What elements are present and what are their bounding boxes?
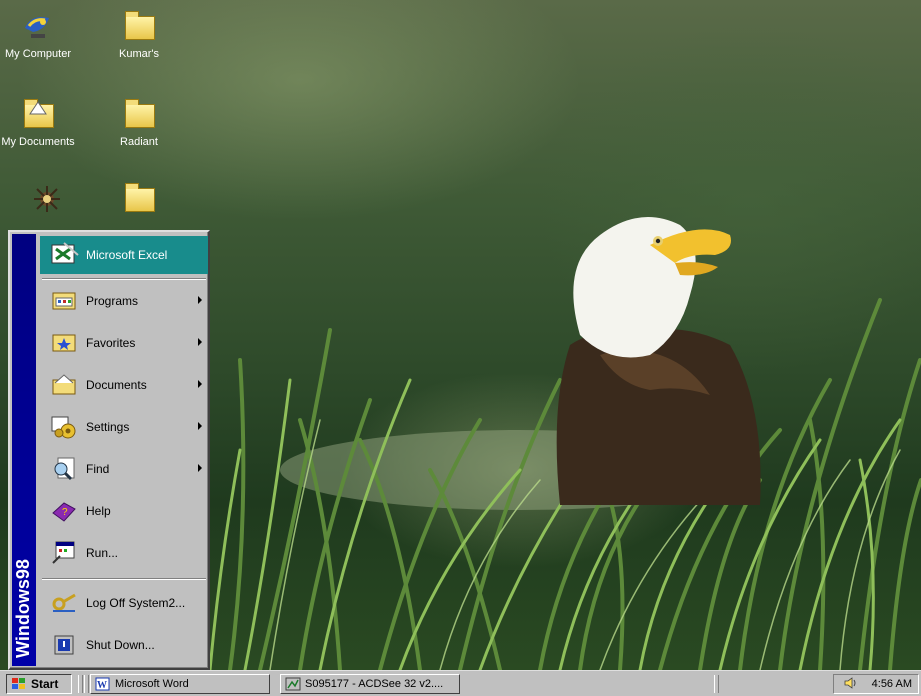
menu-item-settings[interactable]: Settings bbox=[40, 408, 208, 446]
menu-separator bbox=[42, 278, 206, 280]
word-icon: W bbox=[95, 676, 111, 692]
start-menu-sidebar: Windows98 bbox=[12, 234, 36, 666]
menu-item-documents[interactable]: Documents bbox=[40, 366, 208, 404]
menu-item-label: Log Off System2... bbox=[86, 596, 186, 610]
menu-item-help[interactable]: ? Help bbox=[40, 492, 208, 530]
my-computer-icon bbox=[21, 10, 55, 44]
desktop-icon-kumars[interactable]: Kumar's bbox=[96, 10, 182, 61]
system-tray: 4:56 AM bbox=[833, 674, 919, 694]
menu-item-label: Run... bbox=[86, 546, 119, 560]
windows-logo-icon bbox=[11, 676, 27, 692]
excel-icon bbox=[50, 241, 79, 269]
submenu-arrow-icon bbox=[198, 422, 202, 430]
desktop-icon-label: My Computer bbox=[4, 48, 72, 60]
submenu-arrow-icon bbox=[198, 296, 202, 304]
start-label: Start bbox=[31, 677, 59, 691]
submenu-arrow-icon bbox=[198, 464, 202, 472]
task-button-acdsee[interactable]: S095177 - ACDSee 32 v2.... bbox=[280, 674, 460, 694]
task-label: S095177 - ACDSee 32 v2.... bbox=[305, 678, 444, 690]
menu-item-label: Help bbox=[86, 504, 111, 518]
task-label: Microsoft Word bbox=[115, 678, 189, 690]
desktop-icon-my-computer[interactable]: My Computer bbox=[0, 10, 81, 61]
folder-icon bbox=[122, 98, 156, 132]
menu-item-microsoft-excel[interactable]: Microsoft Excel bbox=[40, 236, 208, 274]
submenu-arrow-icon bbox=[198, 338, 202, 346]
menu-item-log-off[interactable]: Log Off System2... bbox=[40, 584, 208, 622]
menu-item-label: Favorites bbox=[86, 336, 136, 350]
menu-item-label: Settings bbox=[86, 420, 130, 434]
windows98-banner: Windows98 bbox=[13, 559, 33, 658]
favorites-icon bbox=[50, 329, 78, 357]
menu-item-label: Documents bbox=[86, 378, 147, 392]
desktop-icon-label: My Documents bbox=[1, 136, 75, 148]
documents-icon bbox=[50, 371, 78, 399]
my-documents-icon bbox=[21, 98, 55, 132]
menu-item-label: Programs bbox=[86, 294, 139, 308]
run-icon bbox=[50, 539, 78, 567]
menu-separator bbox=[42, 578, 206, 580]
settings-icon bbox=[50, 413, 78, 441]
programs-icon bbox=[50, 287, 78, 315]
svg-text:W: W bbox=[97, 680, 107, 691]
folder-icon bbox=[122, 10, 156, 44]
desktop-icon-label: Radiant bbox=[120, 136, 158, 148]
start-button[interactable]: Start bbox=[6, 674, 72, 694]
menu-item-shut-down[interactable]: Shut Down... bbox=[40, 626, 208, 664]
menu-item-label: Find bbox=[86, 462, 110, 476]
svg-text:?: ? bbox=[62, 507, 68, 518]
desktop-icon-folder[interactable] bbox=[96, 182, 182, 219]
desktop-icon-my-documents[interactable]: My Documents bbox=[0, 98, 81, 149]
shut-down-icon bbox=[50, 631, 78, 659]
folder-icon bbox=[122, 182, 156, 216]
menu-item-label: Microsoft Excel bbox=[86, 248, 168, 262]
speaker-icon[interactable] bbox=[844, 676, 858, 692]
eagle-picture bbox=[556, 217, 761, 505]
toolbar-grip[interactable] bbox=[714, 675, 719, 693]
menu-item-find[interactable]: Find bbox=[40, 450, 208, 488]
menu-item-run[interactable]: Run... bbox=[40, 534, 208, 572]
menu-item-favorites[interactable]: Favorites bbox=[40, 324, 208, 362]
start-menu: Windows98 Microsoft Excel Programs Favor… bbox=[8, 230, 210, 670]
desktop-icon-network[interactable] bbox=[4, 182, 90, 219]
task-button-microsoft-word[interactable]: W Microsoft Word bbox=[90, 674, 270, 694]
desktop-icon-label: Kumar's bbox=[119, 48, 159, 60]
acdsee-icon bbox=[285, 676, 301, 692]
submenu-arrow-icon bbox=[198, 380, 202, 388]
taskbar: Start W Microsoft Word S095177 - ACDSee … bbox=[0, 670, 921, 696]
desktop-icon-radiant[interactable]: Radiant bbox=[96, 98, 182, 149]
menu-item-label: Shut Down... bbox=[86, 638, 155, 652]
toolbar-grip[interactable] bbox=[84, 675, 89, 693]
menu-item-programs[interactable]: Programs bbox=[40, 282, 208, 320]
find-icon bbox=[50, 455, 78, 483]
network-neighborhood-icon bbox=[30, 182, 64, 216]
help-icon: ? bbox=[50, 497, 78, 525]
log-off-icon bbox=[50, 589, 78, 617]
toolbar-grip[interactable] bbox=[78, 675, 83, 693]
clock[interactable]: 4:56 AM bbox=[872, 678, 912, 690]
